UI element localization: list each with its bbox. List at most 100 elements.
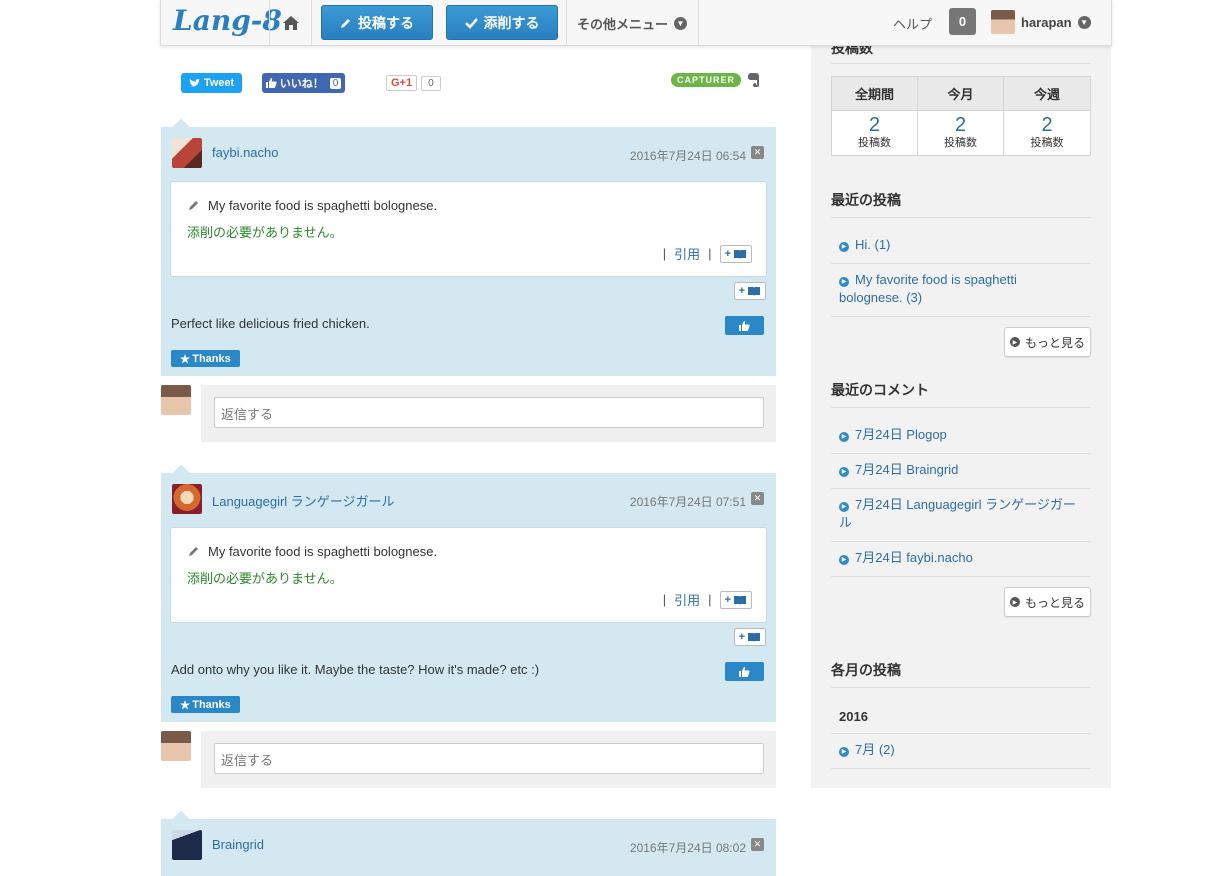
recent-post-item[interactable]: ▶ My favorite food is spaghetti bolognese… <box>839 271 1079 307</box>
recent-comment-label: 7月24日 Braingrid <box>855 462 959 477</box>
divider <box>831 263 1091 264</box>
comment-text: Perfect like delicious fried chicken. <box>171 316 370 331</box>
original-sentence: My favorite food is spaghetti bolognese. <box>187 198 437 213</box>
comment-pointer <box>172 464 190 482</box>
commenter-name[interactable]: Languagegirl ランゲージガール <box>212 491 395 510</box>
more-label: もっと見る <box>1024 335 1085 350</box>
recent-comment-item[interactable]: ▶ 7月24日 Plogop <box>839 426 1079 444</box>
comment-date: 2016年7月24日 08:02 <box>629 841 746 855</box>
stats-value[interactable]: 2 <box>955 115 966 135</box>
divider <box>831 63 1091 64</box>
user-avatar <box>991 10 1015 34</box>
thanks-label: Thanks <box>192 698 231 711</box>
tweet-button[interactable]: Tweet <box>181 73 242 93</box>
month-archive-item[interactable]: ▶ 7月 (2) <box>839 741 1079 759</box>
divider <box>831 407 1091 408</box>
other-menu-dropdown[interactable]: その他メニュー ▼ <box>577 14 688 33</box>
divider: | <box>662 592 667 607</box>
book-icon <box>748 633 760 642</box>
recent-comment-item[interactable]: ▶ 7月24日 Languagegirl ランゲージガール <box>839 496 1079 532</box>
facebook-like-button[interactable]: いいね！ 0 <box>262 73 345 93</box>
more-comments-button[interactable]: ▶ もっと見る <box>1004 587 1091 617</box>
original-text: My favorite food is spaghetti bolognese. <box>208 544 438 559</box>
more-posts-button[interactable]: ▶ もっと見る <box>1004 327 1091 357</box>
comment-card: faybi.nacho 2016年7月24日 06:54 ✕ My favori… <box>161 118 776 376</box>
facebook-count: 0 <box>329 77 342 89</box>
month-label: 7月 (2) <box>855 742 895 757</box>
divider <box>831 733 1091 734</box>
arrow-circle-icon: ▶ <box>839 432 849 442</box>
thanks-label: Thanks <box>192 352 231 365</box>
original-sentence: My favorite food is spaghetti bolognese. <box>187 544 437 559</box>
arrow-circle-icon: ▶ <box>839 277 849 287</box>
recent-comment-item[interactable]: ▶ 7月24日 Braingrid <box>839 461 1079 479</box>
arrow-circle-icon: ▶ <box>1009 597 1020 607</box>
thanks-button[interactable]: Thanks <box>171 350 240 367</box>
correct-button[interactable]: 添削する <box>446 5 558 40</box>
comment-date: 2016年7月24日 07:51 <box>629 495 746 509</box>
quote-actions: | 引用 | + <box>663 244 752 263</box>
close-icon[interactable]: ✕ <box>751 146 764 159</box>
my-avatar <box>161 731 191 761</box>
comment-date: 2016年7月24日 06:54 <box>629 149 746 163</box>
thumbs-up-icon <box>739 666 750 677</box>
reply-box <box>201 385 776 442</box>
recent-post-item[interactable]: ▶ Hi. (1) <box>839 236 1079 254</box>
lang8-logo[interactable]: Lang-8 <box>173 4 282 37</box>
add-to-notebook-button[interactable]: + <box>719 590 752 609</box>
commenter-name[interactable]: Braingrid <box>212 837 264 852</box>
pencil-icon <box>341 18 350 28</box>
comment-pointer <box>172 810 190 828</box>
username: harapan <box>1021 14 1072 30</box>
commenter-avatar[interactable] <box>172 138 202 168</box>
divider <box>831 488 1091 489</box>
post-button-label: 投稿する <box>358 14 414 31</box>
stats-label: 投稿数 <box>1030 137 1064 149</box>
add-to-notebook-button[interactable]: + <box>719 244 752 263</box>
comment-text: Add onto why you like it. Maybe the tast… <box>171 662 540 677</box>
no-correction-note: 添削の必要がありません。 <box>187 225 343 240</box>
quote-actions: | 引用 | + <box>663 590 752 609</box>
pencil-icon <box>189 201 198 210</box>
thumbs-up-icon <box>739 320 750 331</box>
pencil-icon <box>189 547 198 556</box>
user-menu[interactable]: harapan ▼ <box>991 10 1091 34</box>
arrow-circle-icon: ▶ <box>839 502 849 512</box>
tweet-label: Tweet <box>203 77 235 89</box>
home-button[interactable] <box>273 10 309 36</box>
add-to-notebook-button[interactable]: + <box>733 282 766 300</box>
commenter-avatar[interactable] <box>172 484 202 514</box>
divider <box>831 687 1091 688</box>
recent-comment-label: 7月24日 Languagegirl ランゲージガール <box>839 497 1076 530</box>
quote-link[interactable]: 引用 <box>674 244 700 263</box>
other-menu-label: その他メニュー <box>577 17 669 32</box>
reply-input[interactable] <box>214 743 764 774</box>
capturer-button[interactable]: CAPTURER <box>671 72 761 88</box>
reply-input[interactable] <box>214 397 764 428</box>
divider: | <box>708 592 712 607</box>
chevron-down-icon: ▼ <box>674 17 688 30</box>
divider <box>698 0 699 46</box>
stats-label: 投稿数 <box>944 137 977 149</box>
stats-value[interactable]: 2 <box>1041 115 1052 135</box>
thanks-button[interactable]: Thanks <box>171 696 240 713</box>
commenter-avatar[interactable] <box>172 830 202 860</box>
close-icon[interactable]: ✕ <box>751 492 764 505</box>
stats-value[interactable]: 2 <box>869 115 880 135</box>
top-navbar: Lang-8 投稿する 添削する その他メニュー ▼ ヘルプ 0 harapan… <box>160 0 1112 46</box>
divider <box>831 768 1091 769</box>
add-to-notebook-button[interactable]: + <box>733 628 766 646</box>
help-link[interactable]: ヘルプ <box>893 14 932 33</box>
post-stats-table: 全期間 今月 今週 2 投稿数 2 投稿数 2 投稿数 <box>831 76 1091 156</box>
post-button[interactable]: 投稿する <box>321 5 433 40</box>
recent-comment-item[interactable]: ▶ 7月24日 faybi.nacho <box>839 549 1079 567</box>
like-button[interactable] <box>725 662 764 681</box>
quote-link[interactable]: 引用 <box>674 590 700 609</box>
close-icon[interactable]: ✕ <box>751 838 764 851</box>
recent-comment-label: 7月24日 faybi.nacho <box>855 550 973 565</box>
monthly-posts-title: 各月の投稿 <box>831 662 901 678</box>
like-button[interactable] <box>725 316 764 335</box>
notification-badge[interactable]: 0 <box>949 8 976 35</box>
gplus-button[interactable]: G+1 0 <box>386 73 441 93</box>
commenter-name[interactable]: faybi.nacho <box>212 145 279 160</box>
